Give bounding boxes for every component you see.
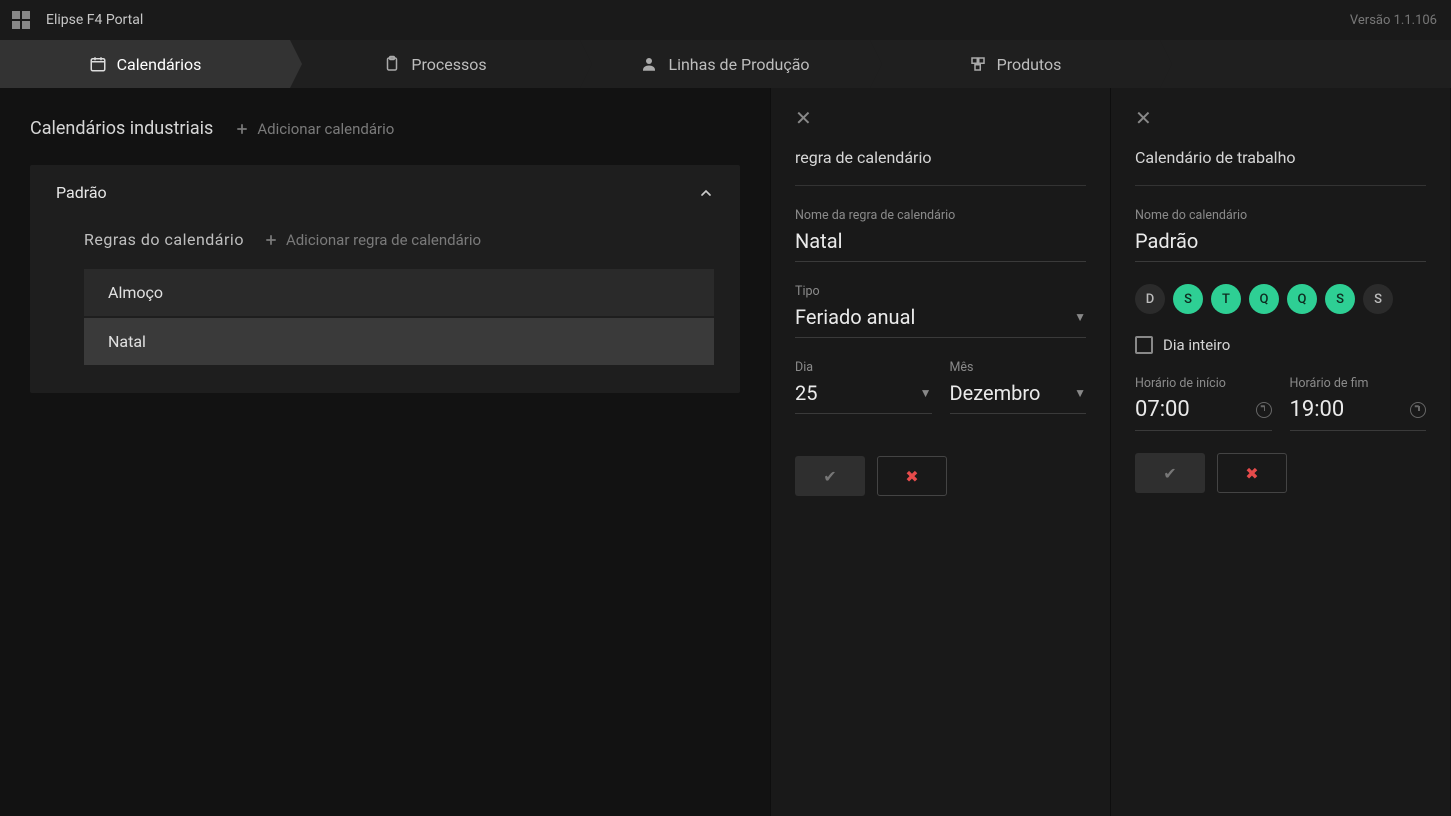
work-name-value: Padrão: [1135, 229, 1198, 253]
end-time-value: 19:00: [1290, 397, 1345, 422]
add-calendar-button[interactable]: Adicionar calendário: [235, 120, 394, 138]
weekday-selector: DSTQQSS: [1135, 284, 1426, 314]
weekday-chip-4[interactable]: Q: [1287, 284, 1317, 314]
chevron-up-icon: [698, 185, 714, 201]
calendar-icon: [89, 55, 107, 73]
rule-type-label: Tipo: [795, 284, 1086, 299]
rule-edit-panel: ✕ regra de calendário Nome da regra de c…: [770, 88, 1110, 816]
check-icon: ✔: [823, 467, 836, 486]
clock-icon: [1410, 402, 1426, 418]
rule-day-label: Dia: [795, 360, 932, 375]
person-icon: [640, 55, 658, 73]
calendars-panel: Calendários industriais Adicionar calend…: [0, 88, 770, 816]
rule-name-label: Nome da regra de calendário: [795, 208, 1086, 223]
clock-icon: [1256, 402, 1272, 418]
work-panel-title: Calendário de trabalho: [1135, 148, 1426, 186]
weekday-chip-6[interactable]: S: [1363, 284, 1393, 314]
add-rule-button[interactable]: Adicionar regra de calendário: [264, 231, 481, 249]
main-area: Calendários industriais Adicionar calend…: [0, 88, 1451, 816]
section-title: Calendários industriais: [30, 118, 213, 139]
work-name-input[interactable]: Padrão: [1135, 229, 1426, 262]
confirm-button[interactable]: ✔: [795, 456, 865, 496]
tab-calendars[interactable]: Calendários: [0, 40, 290, 88]
close-icon: ✖: [1245, 464, 1258, 483]
weekday-chip-5[interactable]: S: [1325, 284, 1355, 314]
weekday-chip-3[interactable]: Q: [1249, 284, 1279, 314]
rule-item-natal[interactable]: Natal: [84, 318, 714, 365]
rule-month-label: Mês: [950, 360, 1087, 375]
cancel-button[interactable]: ✖: [877, 456, 947, 496]
weekday-chip-2[interactable]: T: [1211, 284, 1241, 314]
rule-type-value: Feriado anual: [795, 305, 915, 329]
end-time-input[interactable]: 19:00: [1290, 397, 1427, 431]
start-time-value: 07:00: [1135, 397, 1190, 422]
checkbox-icon: [1135, 336, 1153, 354]
work-name-label: Nome do calendário: [1135, 208, 1426, 223]
tab-processes[interactable]: Processos: [290, 40, 580, 88]
rule-day-value: 25: [795, 381, 817, 405]
chevron-down-icon: ▼: [920, 386, 932, 400]
weekday-chip-0[interactable]: D: [1135, 284, 1165, 314]
tab-production-lines[interactable]: Linhas de Produção: [580, 40, 870, 88]
clipboard-icon: [383, 55, 401, 73]
rule-month-value: Dezembro: [950, 381, 1041, 405]
rule-month-select[interactable]: Dezembro ▼: [950, 381, 1087, 414]
rule-name-input[interactable]: Natal: [795, 229, 1086, 262]
close-icon: ✖: [905, 467, 918, 486]
rule-type-select[interactable]: Feriado anual ▼: [795, 305, 1086, 338]
calendar-expand-header[interactable]: Padrão: [30, 165, 740, 220]
tab-label: Produtos: [997, 55, 1062, 74]
check-icon: ✔: [1163, 464, 1176, 483]
calendar-name: Padrão: [56, 183, 107, 202]
rule-panel-title: regra de calendário: [795, 148, 1086, 186]
tab-label: Linhas de Produção: [668, 55, 809, 74]
boxes-icon: [969, 55, 987, 73]
rule-list: Almoço Natal: [84, 269, 714, 365]
close-icon[interactable]: ✕: [795, 106, 812, 130]
main-tabs: Calendários Processos Linhas de Produção…: [0, 40, 1451, 88]
add-rule-label: Adicionar regra de calendário: [286, 231, 481, 249]
tab-label: Processos: [411, 55, 486, 74]
all-day-label: Dia inteiro: [1163, 336, 1230, 354]
rule-name-value: Natal: [795, 229, 842, 253]
rule-item-almoco[interactable]: Almoço: [84, 269, 714, 316]
all-day-checkbox[interactable]: Dia inteiro: [1135, 336, 1426, 354]
weekday-chip-1[interactable]: S: [1173, 284, 1203, 314]
chevron-down-icon: ▼: [1074, 310, 1086, 324]
calendar-card: Padrão Regras do calendário Adicionar re…: [30, 165, 740, 393]
apps-grid-icon[interactable]: [12, 11, 30, 29]
plus-icon: [235, 122, 249, 136]
start-time-label: Horário de início: [1135, 376, 1272, 391]
topbar: Elipse F4 Portal Versão 1.1.106: [0, 0, 1451, 40]
version-label: Versão 1.1.106: [1350, 13, 1437, 28]
tab-label: Calendários: [117, 55, 202, 74]
rules-title: Regras do calendário: [84, 230, 244, 249]
app-title: Elipse F4 Portal: [46, 12, 143, 28]
close-icon[interactable]: ✕: [1135, 106, 1152, 130]
tab-products[interactable]: Produtos: [870, 40, 1160, 88]
cancel-button[interactable]: ✖: [1217, 453, 1287, 493]
work-calendar-panel: ✕ Calendário de trabalho Nome do calendá…: [1110, 88, 1450, 816]
rule-day-select[interactable]: 25 ▼: [795, 381, 932, 414]
chevron-down-icon: ▼: [1074, 386, 1086, 400]
start-time-input[interactable]: 07:00: [1135, 397, 1272, 431]
confirm-button[interactable]: ✔: [1135, 453, 1205, 493]
add-calendar-label: Adicionar calendário: [257, 120, 394, 138]
end-time-label: Horário de fim: [1290, 376, 1427, 391]
plus-icon: [264, 233, 278, 247]
